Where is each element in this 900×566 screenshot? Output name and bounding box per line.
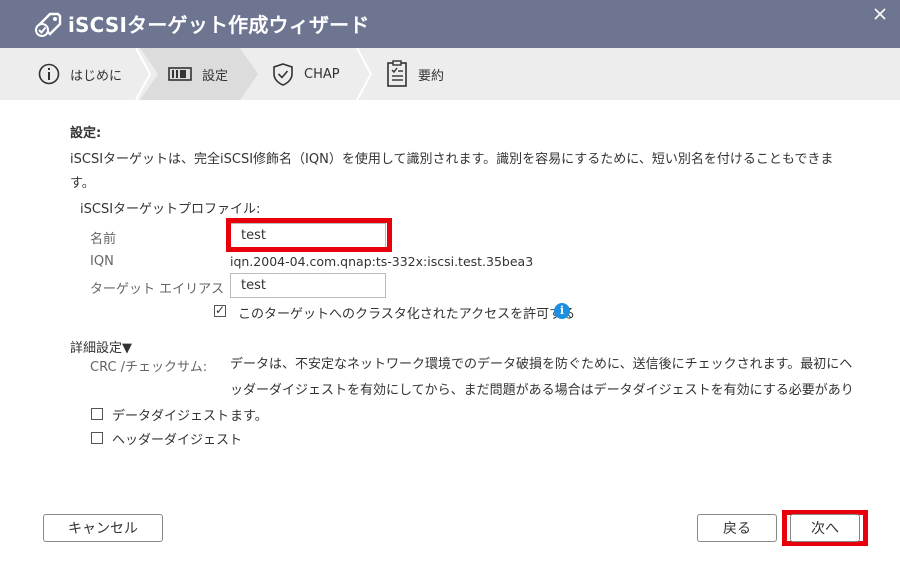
- data-digest-checkbox[interactable]: [91, 408, 103, 420]
- settings-bars-icon: [168, 67, 192, 81]
- crc-label: CRC /チェックサム:: [90, 360, 208, 375]
- step-summary: 要約: [386, 48, 444, 100]
- crc-description: データは、不安定なネットワーク環境でのデータ破損を防ぐために、送信後にチェックさ…: [230, 357, 854, 424]
- shield-check-icon: [273, 63, 293, 86]
- step-label: CHAP: [304, 66, 340, 82]
- step-separator: [356, 48, 373, 100]
- step-label: 設定: [202, 68, 229, 84]
- iqn-value: iqn.2004-04.com.qnap:ts-332x:iscsi.test.…: [230, 254, 534, 269]
- header-digest-label: ヘッダーダイジェスト: [112, 433, 243, 448]
- window-title: iSCSIターゲット作成ウィザード: [68, 13, 370, 37]
- step-label: 要約: [418, 68, 445, 84]
- advanced-settings-toggle[interactable]: 詳細設定▼: [70, 337, 132, 356]
- data-digest-label: データダイジェスト: [112, 409, 230, 424]
- step-settings: 設定: [168, 48, 228, 100]
- info-circle-icon: [38, 63, 60, 85]
- step-separator: [135, 48, 152, 100]
- clipboard-check-icon: [387, 60, 407, 87]
- info-icon[interactable]: i: [554, 303, 570, 319]
- close-icon[interactable]: [872, 6, 888, 22]
- header-digest-checkbox[interactable]: [91, 432, 103, 444]
- title-bar: iSCSIターゲット作成ウィザード: [0, 0, 900, 48]
- alias-input[interactable]: [230, 273, 386, 298]
- step-label: はじめに: [70, 68, 123, 84]
- iqn-label: IQN: [90, 254, 114, 269]
- back-button[interactable]: 戻る: [697, 514, 777, 542]
- step-intro: はじめに: [38, 48, 122, 100]
- alias-label: ターゲット エイリアス: [90, 282, 225, 297]
- iscsi-wizard-icon: [35, 12, 62, 37]
- settings-section: 設定:: [70, 122, 850, 141]
- profile-title: iSCSIターゲットプロファイル:: [80, 202, 261, 217]
- cluster-access-label: このターゲットへのクラスタ化されたアクセスを許可する: [238, 307, 576, 322]
- next-button[interactable]: 次へ: [790, 514, 860, 542]
- name-label: 名前: [90, 232, 117, 247]
- step-chap: CHAP: [272, 48, 340, 100]
- cancel-button[interactable]: キャンセル: [43, 514, 163, 542]
- wizard-steps: はじめに 設定 CHAP 要約: [0, 48, 900, 100]
- settings-description: iSCSIターゲットは、完全iSCSI修飾名（IQN）を使用して識別されます。識…: [70, 152, 834, 191]
- settings-heading: 設定:: [70, 126, 102, 141]
- name-input-highlight: [226, 218, 392, 252]
- cluster-access-checkbox[interactable]: [214, 303, 226, 317]
